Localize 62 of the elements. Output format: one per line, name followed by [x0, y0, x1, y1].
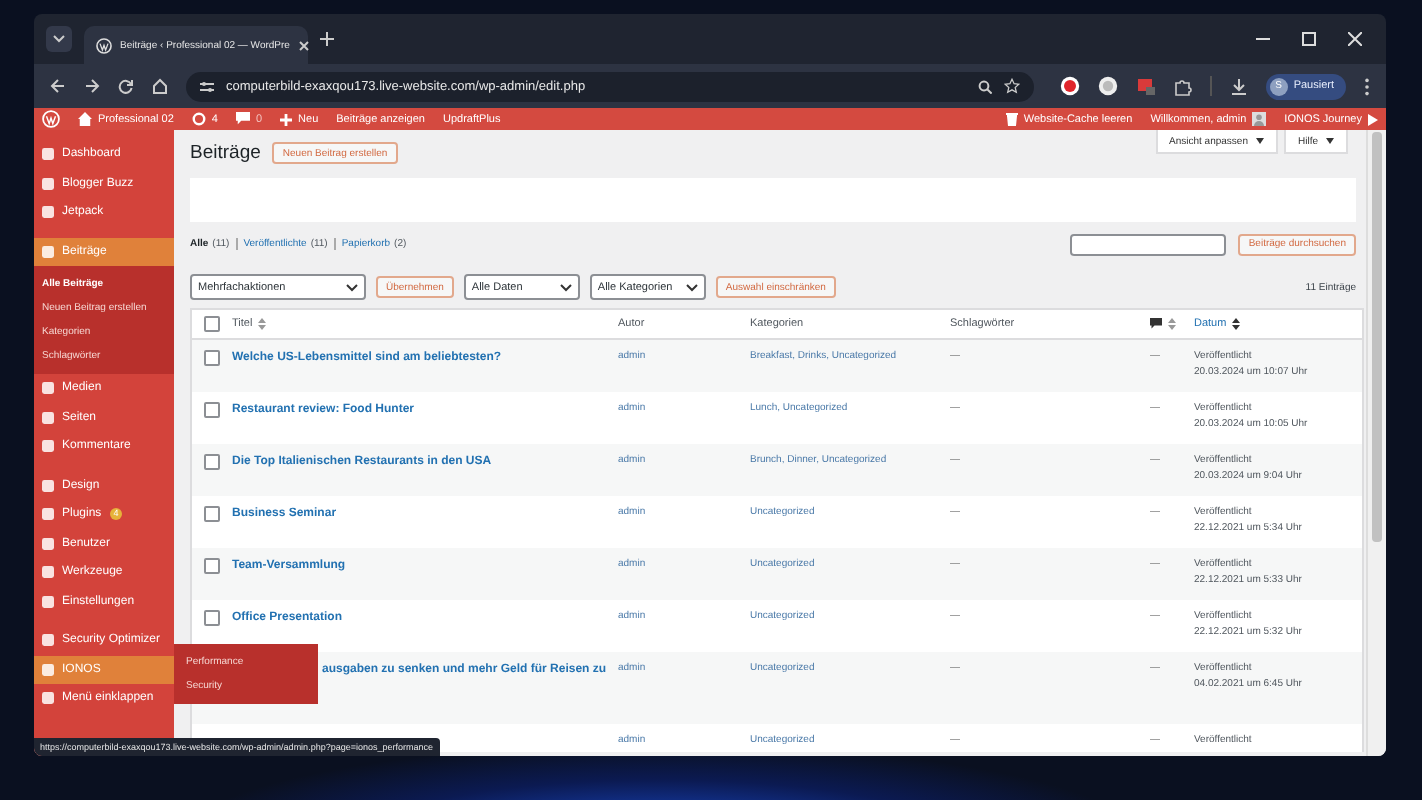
chevron-down-icon	[685, 283, 698, 291]
square-icon	[42, 595, 54, 608]
caret-icon	[1255, 138, 1264, 144]
search-field[interactable]	[1070, 233, 1227, 255]
square-icon	[42, 440, 54, 453]
row-checkbox[interactable]	[204, 402, 220, 418]
refresh-icon	[191, 112, 206, 126]
sort-arrows-icon[interactable]	[1232, 318, 1241, 330]
square-icon	[42, 382, 54, 395]
download-icon[interactable]	[1229, 77, 1248, 95]
scrollbar-thumb[interactable]	[1372, 132, 1382, 542]
sliders-icon[interactable]	[200, 79, 214, 93]
plus-icon	[280, 113, 293, 125]
zoom-icon[interactable]	[977, 79, 992, 93]
speech-bubble-icon	[1150, 318, 1162, 330]
extension-card-icon[interactable]	[1135, 76, 1156, 96]
select-all-checkbox[interactable]	[204, 316, 220, 332]
new-tab-icon[interactable]	[320, 32, 334, 46]
chevron-down-icon	[346, 283, 358, 291]
maximize-icon[interactable]	[1302, 32, 1316, 46]
square-icon	[42, 663, 54, 676]
square-icon	[42, 537, 54, 550]
star-icon[interactable]	[1003, 78, 1020, 94]
speech-bubble-icon	[235, 112, 250, 126]
extension-circle-icon[interactable]	[1059, 76, 1080, 96]
square-icon	[42, 479, 54, 492]
back-arrow-icon[interactable]	[50, 78, 66, 94]
square-icon	[42, 177, 54, 190]
square-icon	[42, 634, 54, 647]
close-icon[interactable]	[1348, 32, 1362, 46]
square-icon	[42, 245, 54, 258]
tab-list-button[interactable]	[46, 26, 72, 52]
reload-icon[interactable]	[118, 78, 134, 94]
square-icon	[42, 206, 54, 219]
chevron-down-icon	[559, 283, 572, 291]
close-icon[interactable]	[297, 39, 310, 51]
row-checkbox[interactable]	[204, 350, 220, 366]
minimize-icon[interactable]	[1256, 32, 1270, 46]
square-icon	[42, 692, 54, 705]
extension-disc-icon[interactable]	[1097, 76, 1118, 96]
chevron-down-icon	[52, 34, 66, 44]
home-icon[interactable]	[152, 78, 168, 94]
play-icon	[1368, 113, 1378, 125]
more-options-icon[interactable]	[1364, 77, 1370, 95]
square-icon	[42, 566, 54, 579]
scrollbar[interactable]	[1366, 130, 1386, 756]
trash-icon	[1005, 112, 1018, 126]
row-checkbox[interactable]	[204, 506, 220, 522]
page-title: Beiträge	[190, 142, 261, 164]
wordpress-logo-icon[interactable]	[42, 110, 60, 128]
square-icon	[42, 148, 54, 161]
row-checkbox[interactable]	[204, 610, 220, 626]
square-icon	[42, 411, 54, 424]
row-checkbox[interactable]	[204, 454, 220, 470]
forward-arrow-icon[interactable]	[84, 78, 100, 94]
home-icon	[78, 112, 92, 126]
caret-icon	[1326, 138, 1334, 144]
square-icon	[42, 508, 54, 521]
wordpress-logo-icon	[96, 37, 112, 53]
puzzle-icon[interactable]	[1173, 77, 1192, 95]
avatar-icon	[1252, 112, 1267, 126]
row-checkbox[interactable]	[204, 558, 220, 574]
